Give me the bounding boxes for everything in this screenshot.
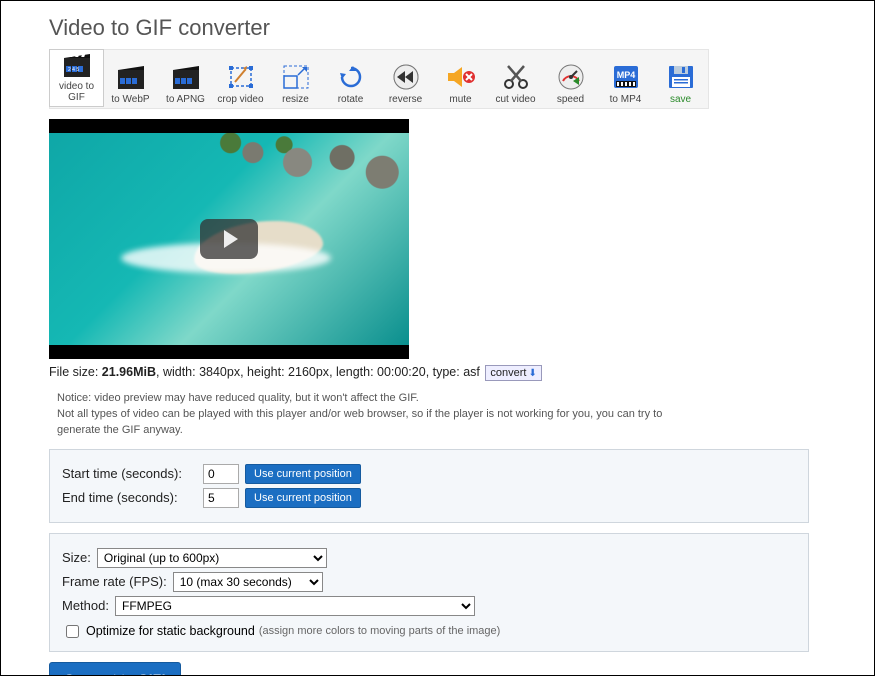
- optimize-hint: (assign more colors to moving parts of t…: [259, 625, 501, 637]
- gauge-icon: [556, 62, 586, 92]
- file-width: 3840px: [199, 365, 240, 379]
- tool-label: reverse: [389, 95, 422, 106]
- reverse-icon: [391, 62, 421, 92]
- play-icon: [224, 230, 238, 248]
- crop-icon: [226, 62, 256, 92]
- time-panel: Start time (seconds): Use current positi…: [49, 449, 809, 523]
- tool-video-to-gif[interactable]: 2 4 5 video to GIF: [49, 49, 104, 107]
- page-title: Video to GIF converter: [49, 15, 854, 41]
- play-button[interactable]: [200, 219, 258, 259]
- optimize-label: Optimize for static background: [86, 624, 255, 638]
- tool-speed[interactable]: speed: [543, 50, 598, 108]
- tool-label: mute: [449, 95, 471, 106]
- tool-label: to MP4: [610, 95, 642, 106]
- end-time-input[interactable]: [203, 488, 239, 508]
- use-current-end-button[interactable]: Use current position: [245, 488, 361, 508]
- file-size-value: 21.96MiB: [102, 365, 156, 379]
- tool-label: cut video: [495, 95, 535, 106]
- file-height: 2160px: [288, 365, 329, 379]
- clapper-icon: 2 4 5: [62, 50, 92, 79]
- rotate-icon: [336, 62, 366, 92]
- download-icon: ⬇: [528, 368, 536, 379]
- optimize-checkbox[interactable]: [66, 625, 79, 638]
- file-length: 00:00:20: [377, 365, 426, 379]
- notice-text: Notice: video preview may have reduced q…: [57, 391, 677, 439]
- tool-label: rotate: [338, 95, 364, 106]
- tool-label: speed: [557, 95, 584, 106]
- tool-to-webp[interactable]: to WebP: [103, 50, 158, 108]
- mute-icon: [446, 62, 476, 92]
- svg-text:MP4: MP4: [616, 70, 635, 80]
- tool-label: save: [670, 95, 691, 106]
- method-label: Method:: [62, 598, 109, 613]
- start-time-input[interactable]: [203, 464, 239, 484]
- convert-to-gif-button[interactable]: Convert to GIF!: [49, 662, 181, 676]
- file-type: asf: [463, 365, 480, 379]
- convert-small-button[interactable]: convert ⬇: [485, 365, 541, 381]
- fps-select[interactable]: 10 (max 30 seconds): [173, 572, 323, 592]
- tool-label: to WebP: [111, 95, 149, 106]
- mp4-icon: MP4: [611, 62, 641, 92]
- settings-panel: Size: Original (up to 600px) Frame rate …: [49, 533, 809, 652]
- tool-label: video to GIF: [50, 82, 103, 103]
- resize-icon: [281, 62, 311, 92]
- tool-to-mp4[interactable]: MP4 to MP4: [598, 50, 653, 108]
- tool-reverse[interactable]: reverse: [378, 50, 433, 108]
- tool-to-apng[interactable]: to APNG: [158, 50, 213, 108]
- method-select[interactable]: FFMPEG: [115, 596, 475, 616]
- tool-resize[interactable]: resize: [268, 50, 323, 108]
- tool-mute[interactable]: mute: [433, 50, 488, 108]
- scissors-icon: [501, 62, 531, 92]
- file-size-label: File size:: [49, 365, 102, 379]
- tool-label: resize: [282, 95, 309, 106]
- video-preview[interactable]: [49, 119, 409, 359]
- svg-text:2 4 5: 2 4 5: [68, 67, 79, 73]
- fps-label: Frame rate (FPS):: [62, 574, 167, 589]
- tool-cut-video[interactable]: cut video: [488, 50, 543, 108]
- clapper-icon: [171, 62, 201, 92]
- tool-rotate[interactable]: rotate: [323, 50, 378, 108]
- size-label: Size:: [62, 550, 91, 565]
- tool-save[interactable]: save: [653, 50, 708, 108]
- end-time-label: End time (seconds):: [62, 490, 197, 505]
- floppy-icon: [666, 62, 696, 92]
- use-current-start-button[interactable]: Use current position: [245, 464, 361, 484]
- tool-label: to APNG: [166, 95, 205, 106]
- toolbar: 2 4 5 video to GIF to WebP to APNG crop …: [49, 49, 709, 109]
- size-select[interactable]: Original (up to 600px): [97, 548, 327, 568]
- app-frame: Video to GIF converter 2 4 5 video to GI…: [0, 0, 875, 676]
- tool-crop-video[interactable]: crop video: [213, 50, 268, 108]
- clapper-icon: [116, 62, 146, 92]
- file-info: File size: 21.96MiB, width: 3840px, heig…: [49, 365, 854, 381]
- tool-label: crop video: [217, 95, 263, 106]
- start-time-label: Start time (seconds):: [62, 466, 197, 481]
